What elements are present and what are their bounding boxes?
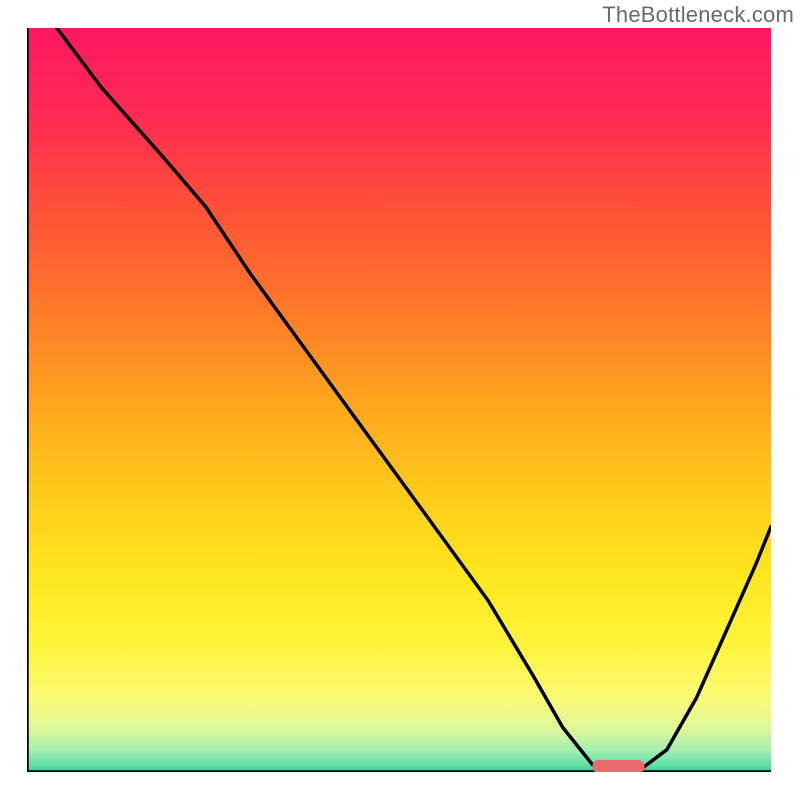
optimum-marker xyxy=(592,760,644,772)
plot-area xyxy=(27,28,771,772)
chart-background xyxy=(27,28,771,772)
watermark-text: TheBottleneck.com xyxy=(602,2,794,28)
chart-frame: TheBottleneck.com xyxy=(0,0,800,800)
chart-svg xyxy=(27,28,771,772)
